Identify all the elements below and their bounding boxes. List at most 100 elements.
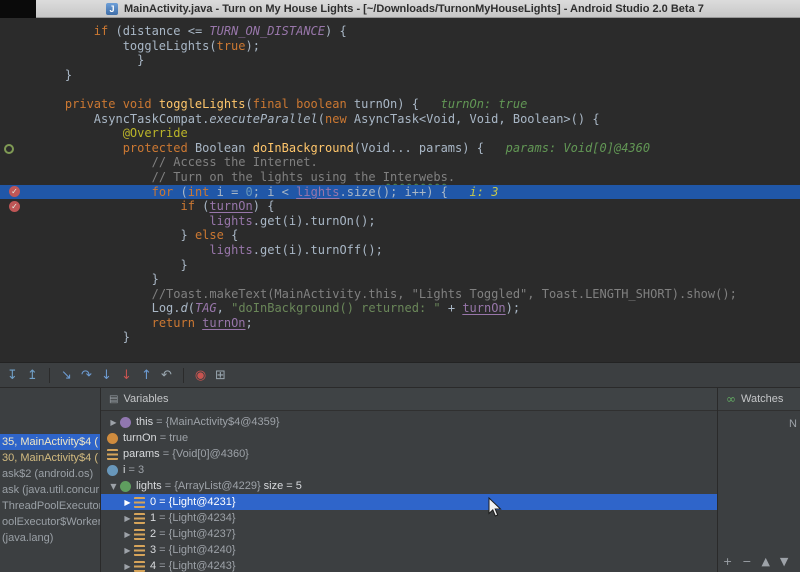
code-token: } xyxy=(180,258,187,272)
code-token: ( xyxy=(246,97,253,111)
equals-sign: = xyxy=(160,448,173,460)
variable-row[interactable]: ▼lights = {ArrayList@4229} size = 5 xyxy=(101,478,717,494)
variable-name: this xyxy=(136,416,153,428)
variable-row[interactable]: ▶0 = {Light@4231} xyxy=(101,494,717,510)
code-line[interactable]: for (int i = 0; i < lights.size(); i++) … xyxy=(0,185,800,200)
code-line[interactable]: lights.get(i).turnOn(); xyxy=(0,214,800,229)
chevron-collapsed-icon[interactable]: ▶ xyxy=(121,498,134,507)
code-line[interactable] xyxy=(0,82,800,97)
variables-header: ▤ Variables xyxy=(101,388,717,411)
code-line[interactable]: // Turn on the lights using the Interweb… xyxy=(0,170,800,185)
code-token: turnOn xyxy=(209,199,252,213)
add-watch-icon[interactable]: + xyxy=(723,555,732,568)
code-token: lights xyxy=(209,214,252,228)
code-line[interactable]: // Access the Internet. xyxy=(0,155,800,170)
stack-frame-row[interactable]: ask$2 (android.os) xyxy=(0,466,100,482)
show-execution-point-icon[interactable]: ↘ xyxy=(58,368,75,383)
variables-title: Variables xyxy=(123,393,168,405)
stack-frame-row[interactable]: ThreadPoolExecutor (ja xyxy=(0,498,100,514)
view-breakpoints-icon[interactable]: ◉ xyxy=(192,368,209,383)
code-editor[interactable]: if (distance <= TURN_ON_DISTANCE) {toggl… xyxy=(0,18,800,362)
chevron-collapsed-icon[interactable]: ▶ xyxy=(121,514,134,523)
remove-watch-icon[interactable]: − xyxy=(742,555,751,568)
variable-value: {Light@4237} xyxy=(169,528,236,540)
stack-frame-row[interactable]: 30, MainActivity$4 ( xyxy=(0,450,100,466)
code-line[interactable]: } xyxy=(0,258,800,273)
code-token: lights xyxy=(209,243,252,257)
force-step-into-icon[interactable]: ↓ xyxy=(118,368,135,383)
variable-row[interactable]: ▶2 = {Light@4237} xyxy=(101,526,717,542)
variable-row[interactable]: ▶1 = {Light@4234} xyxy=(101,510,717,526)
variable-row[interactable]: ▶4 = {Light@4243} xyxy=(101,558,717,572)
code-token: for xyxy=(152,185,181,199)
hide-panel-icon[interactable]: ↧ xyxy=(4,368,21,383)
step-out-icon[interactable]: ↑ xyxy=(138,368,155,383)
watches-toolbar: +−▲ ▼ xyxy=(723,555,798,568)
move-watch-up-icon[interactable]: ▲ xyxy=(761,555,769,568)
stack-frame-row[interactable]: ask (java.util.concurre xyxy=(0,482,100,498)
chevron-collapsed-icon[interactable]: ▶ xyxy=(121,546,134,555)
variable-row[interactable]: i = 3 xyxy=(101,462,717,478)
code-line[interactable]: @Override xyxy=(0,126,800,141)
title-bar[interactable]: J MainActivity.java - Turn on My House L… xyxy=(0,0,800,18)
equals-sign: = xyxy=(156,528,169,540)
stack-frame-row[interactable]: 35, MainActivity$4 ( xyxy=(0,434,100,450)
code-token: private void xyxy=(65,97,159,111)
drop-frame-icon[interactable]: ↶ xyxy=(158,368,175,383)
code-line[interactable]: toggleLights(true); xyxy=(0,39,800,54)
restore-layout-icon[interactable]: ⊞ xyxy=(212,368,229,383)
chevron-collapsed-icon[interactable]: ▶ xyxy=(107,418,120,427)
variable-type-icon xyxy=(134,529,145,540)
code-token: int xyxy=(188,185,217,199)
code-area: if (distance <= TURN_ON_DISTANCE) {toggl… xyxy=(0,18,800,345)
variable-row[interactable]: params = {Void[0]@4360} xyxy=(101,446,717,462)
step-into-icon[interactable]: ↓ xyxy=(98,368,115,383)
breakpoint-icon[interactable]: ✓ xyxy=(9,186,20,197)
chevron-collapsed-icon[interactable]: ▶ xyxy=(121,530,134,539)
code-line[interactable]: } xyxy=(0,272,800,287)
equals-sign: = xyxy=(156,544,169,556)
code-token: ); xyxy=(506,301,520,315)
move-watch-down-icon[interactable]: ▼ xyxy=(780,555,788,568)
code-line[interactable]: } else { xyxy=(0,228,800,243)
code-token: if xyxy=(180,199,202,213)
code-line[interactable]: } xyxy=(0,68,800,83)
code-line[interactable]: AsyncTaskCompat.executeParallel(new Asyn… xyxy=(0,112,800,127)
code-line[interactable]: private void toggleLights(final boolean … xyxy=(0,97,800,112)
stack-frame-row[interactable]: oolExecutor$Worker (ja xyxy=(0,514,100,530)
code-line[interactable]: if (turnOn) {✓ xyxy=(0,199,800,214)
code-token: i = xyxy=(217,185,246,199)
overrides-method-icon[interactable] xyxy=(4,144,14,154)
code-line[interactable]: return turnOn; xyxy=(0,316,800,331)
variable-row[interactable]: ▶3 = {Light@4240} xyxy=(101,542,717,558)
code-token: } xyxy=(180,228,194,242)
chevron-collapsed-icon[interactable]: ▶ xyxy=(121,562,134,571)
code-line[interactable]: protected Boolean doInBackground(Void...… xyxy=(0,141,800,156)
step-over-icon[interactable]: ↷ xyxy=(78,368,95,383)
stack-frame-row[interactable]: (java.lang) xyxy=(0,530,100,546)
code-line[interactable]: Log.d(TAG, "doInBackground() returned: "… xyxy=(0,301,800,316)
variables-panel: ▤ Variables ▶this = {MainActivity$4@4359… xyxy=(101,388,718,572)
variable-value: {Light@4231} xyxy=(169,496,236,508)
code-line[interactable]: if (distance <= TURN_ON_DISTANCE) { xyxy=(0,24,800,39)
variable-row[interactable]: ▶this = {MainActivity$4@4359} xyxy=(101,414,717,430)
code-token: .get(i).turnOff(); xyxy=(253,243,383,257)
code-line[interactable]: } xyxy=(0,53,800,68)
code-line[interactable]: //Toast.makeText(MainActivity.this, "Lig… xyxy=(0,287,800,302)
code-token: turnOn xyxy=(462,301,505,315)
breakpoint-icon[interactable]: ✓ xyxy=(9,201,20,212)
chevron-expanded-icon[interactable]: ▼ xyxy=(107,482,120,491)
code-token: ; xyxy=(246,316,253,330)
debug-inline-value: i: 3 xyxy=(448,185,499,199)
code-line[interactable]: lights.get(i).turnOff(); xyxy=(0,243,800,258)
variable-row[interactable]: turnOn = true xyxy=(101,430,717,446)
code-token: toggleLights( xyxy=(123,39,217,53)
code-token: ) { xyxy=(253,199,275,213)
variable-type-icon xyxy=(134,545,145,556)
code-token: TAG xyxy=(195,301,217,315)
code-line[interactable]: } xyxy=(0,330,800,345)
code-token: return xyxy=(152,316,203,330)
restore-panel-icon[interactable]: ↥ xyxy=(24,368,41,383)
code-token: toggleLights xyxy=(159,97,246,111)
frames-list: 35, MainActivity$4 (30, MainActivity$4 (… xyxy=(0,434,100,546)
